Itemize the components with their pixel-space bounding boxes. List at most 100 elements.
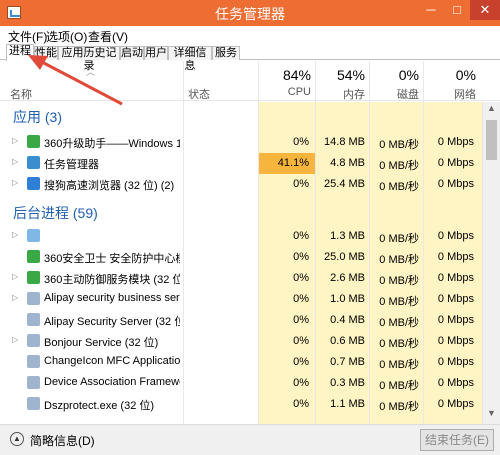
- net-value: 0 Mbps: [437, 136, 474, 148]
- scroll-down-icon[interactable]: ▼: [487, 408, 496, 418]
- cpu-value: 0%: [293, 136, 309, 148]
- col-mem-label[interactable]: 内存: [315, 86, 365, 102]
- scroll-up-icon[interactable]: ▲: [487, 103, 496, 113]
- expand-chevron-icon[interactable]: ▷: [12, 335, 18, 344]
- net-value: 0 Mbps: [437, 314, 474, 326]
- tab-processes[interactable]: 进程: [6, 44, 34, 61]
- table-row[interactable]: ▷ 360主动防御服务模块 (32 位) 0% 2.6 MB 0 MB/秒 0 …: [0, 268, 482, 289]
- process-icon: [27, 355, 40, 368]
- process-name: Bonjour Service (32 位): [44, 337, 159, 349]
- group-header-apps: 应用 (3): [0, 107, 482, 128]
- disk-value: 0 MB/秒: [379, 160, 419, 172]
- menu-view[interactable]: 查看(V): [88, 28, 128, 45]
- mem-value: 4.8 MB: [330, 157, 365, 169]
- title-bar: 任务管理器 ─ □ ✕: [0, 0, 500, 26]
- process-icon: [27, 271, 40, 284]
- process-icon: [27, 292, 40, 305]
- col-mem-pct[interactable]: 54%: [315, 67, 365, 83]
- table-row[interactable]: ▷ 任务管理器 41.1% 4.8 MB 0 MB/秒 0 Mbps: [0, 153, 482, 174]
- disk-value: 0 MB/秒: [379, 275, 419, 287]
- process-icon: [27, 334, 40, 347]
- disk-value: 0 MB/秒: [379, 359, 419, 371]
- close-button[interactable]: ✕: [470, 0, 500, 20]
- app-icon: [27, 177, 40, 190]
- table-row[interactable]: Device Association Framewo... 0% 0.3 MB …: [0, 373, 482, 394]
- expand-chevron-icon[interactable]: ▷: [12, 178, 18, 187]
- cpu-value: 0%: [293, 293, 309, 305]
- tab-users[interactable]: 用户: [144, 46, 168, 60]
- mem-value: 0.6 MB: [330, 335, 365, 347]
- col-net-pct[interactable]: 0%: [424, 67, 476, 83]
- tab-app-history[interactable]: 应用历史记录: [58, 46, 120, 72]
- col-disk-pct[interactable]: 0%: [369, 67, 419, 83]
- mem-value: 25.0 MB: [324, 251, 365, 263]
- cpu-value: 0%: [293, 178, 309, 190]
- process-name: Device Association Framewo...: [44, 376, 180, 388]
- mem-value: 0.7 MB: [330, 356, 365, 368]
- process-icon: [27, 397, 40, 410]
- table-row[interactable]: ▷ 搜狗高速浏览器 (32 位) (2) 0% 25.4 MB 0 MB/秒 0…: [0, 174, 482, 195]
- expand-chevron-icon[interactable]: ▷: [12, 293, 18, 302]
- mem-value: 0.4 MB: [330, 314, 365, 326]
- process-icon: [27, 376, 40, 389]
- net-value: 0 Mbps: [437, 293, 474, 305]
- process-icon: [27, 313, 40, 326]
- col-cpu-label[interactable]: CPU: [259, 86, 311, 98]
- table-row[interactable]: ▷ 360升级助手——Windows 10... 0% 14.8 MB 0 MB…: [0, 132, 482, 153]
- process-name: 360主动防御服务模块 (32 位): [44, 274, 180, 286]
- disk-value: 0 MB/秒: [379, 181, 419, 193]
- menu-file[interactable]: 文件(F): [8, 28, 47, 45]
- maximize-button[interactable]: □: [444, 0, 470, 20]
- expand-chevron-icon[interactable]: ▷: [12, 230, 18, 239]
- table-row[interactable]: 360安全卫士 安全防护中心模... 0% 25.0 MB 0 MB/秒 0 M…: [0, 247, 482, 268]
- tab-details[interactable]: 详细信息: [168, 46, 212, 72]
- minimize-button[interactable]: ─: [418, 0, 444, 20]
- process-icon: [27, 229, 40, 242]
- cpu-value: 0%: [293, 251, 309, 263]
- process-name: 360升级助手——Windows 10...: [44, 138, 180, 150]
- app-icon: [27, 135, 40, 148]
- table-row[interactable]: ChangeIcon MFC Applicatio... 0% 0.7 MB 0…: [0, 352, 482, 373]
- table-row[interactable]: Dszprotect.exe (32 位) 0% 1.1 MB 0 MB/秒 0…: [0, 394, 482, 415]
- table-row[interactable]: ▷ Alipay security business servi... 0% 1…: [0, 289, 482, 310]
- scrollbar-thumb[interactable]: [486, 120, 497, 160]
- col-cpu-pct[interactable]: 84%: [259, 67, 311, 83]
- process-name: 搜狗高速浏览器 (32 位) (2): [44, 180, 175, 192]
- expand-chevron-icon[interactable]: ▷: [12, 272, 18, 281]
- menu-options[interactable]: 选项(O): [46, 28, 87, 45]
- mem-value: 1.3 MB: [330, 230, 365, 242]
- disk-value: 0 MB/秒: [379, 139, 419, 151]
- tab-startup[interactable]: 启动: [120, 46, 144, 60]
- cpu-value: 0%: [293, 377, 309, 389]
- end-task-button[interactable]: 结束任务(E): [420, 429, 494, 451]
- mem-value: 1.1 MB: [330, 398, 365, 410]
- mem-value: 2.6 MB: [330, 272, 365, 284]
- table-row[interactable]: ▷ 0% 1.3 MB 0 MB/秒 0 Mbps: [0, 226, 482, 247]
- expand-chevron-icon[interactable]: ▷: [12, 157, 18, 166]
- net-value: 0 Mbps: [437, 377, 474, 389]
- net-value: 0 Mbps: [437, 251, 474, 263]
- net-value: 0 Mbps: [437, 157, 474, 169]
- tab-services[interactable]: 服务: [212, 46, 240, 60]
- column-header: ︿ 名称 状态 84% CPU 54% 内存 0% 磁盘 0% 网络: [0, 61, 500, 101]
- footer: ▲ 简略信息(D) 结束任务(E): [0, 424, 500, 455]
- col-net-label[interactable]: 网络: [424, 86, 476, 102]
- col-name[interactable]: 名称: [10, 86, 32, 102]
- chevron-up-circle-icon[interactable]: ▲: [10, 432, 24, 446]
- expand-chevron-icon[interactable]: ▷: [12, 136, 18, 145]
- disk-value: 0 MB/秒: [379, 401, 419, 413]
- fewer-details-link[interactable]: 简略信息(D): [30, 432, 95, 449]
- table-row[interactable]: ▷ Bonjour Service (32 位) 0% 0.6 MB 0 MB/…: [0, 331, 482, 352]
- app-icon: [27, 156, 40, 169]
- cpu-value: 0%: [293, 335, 309, 347]
- table-row[interactable]: Alipay Security Server (32 位) 0% 0.4 MB …: [0, 310, 482, 331]
- mem-value: 25.4 MB: [324, 178, 365, 190]
- process-name: Alipay Security Server (32 位): [44, 316, 180, 328]
- col-disk-label[interactable]: 磁盘: [369, 86, 419, 102]
- process-name: Dszprotect.exe (32 位): [44, 400, 155, 412]
- tab-performance[interactable]: 性能: [34, 46, 58, 60]
- disk-value: 0 MB/秒: [379, 317, 419, 329]
- col-status[interactable]: 状态: [188, 86, 210, 102]
- tab-bar: 进程 性能 应用历史记录 启动 用户 详细信息 服务: [0, 44, 500, 72]
- vertical-scrollbar[interactable]: ▲ ▼: [482, 102, 500, 424]
